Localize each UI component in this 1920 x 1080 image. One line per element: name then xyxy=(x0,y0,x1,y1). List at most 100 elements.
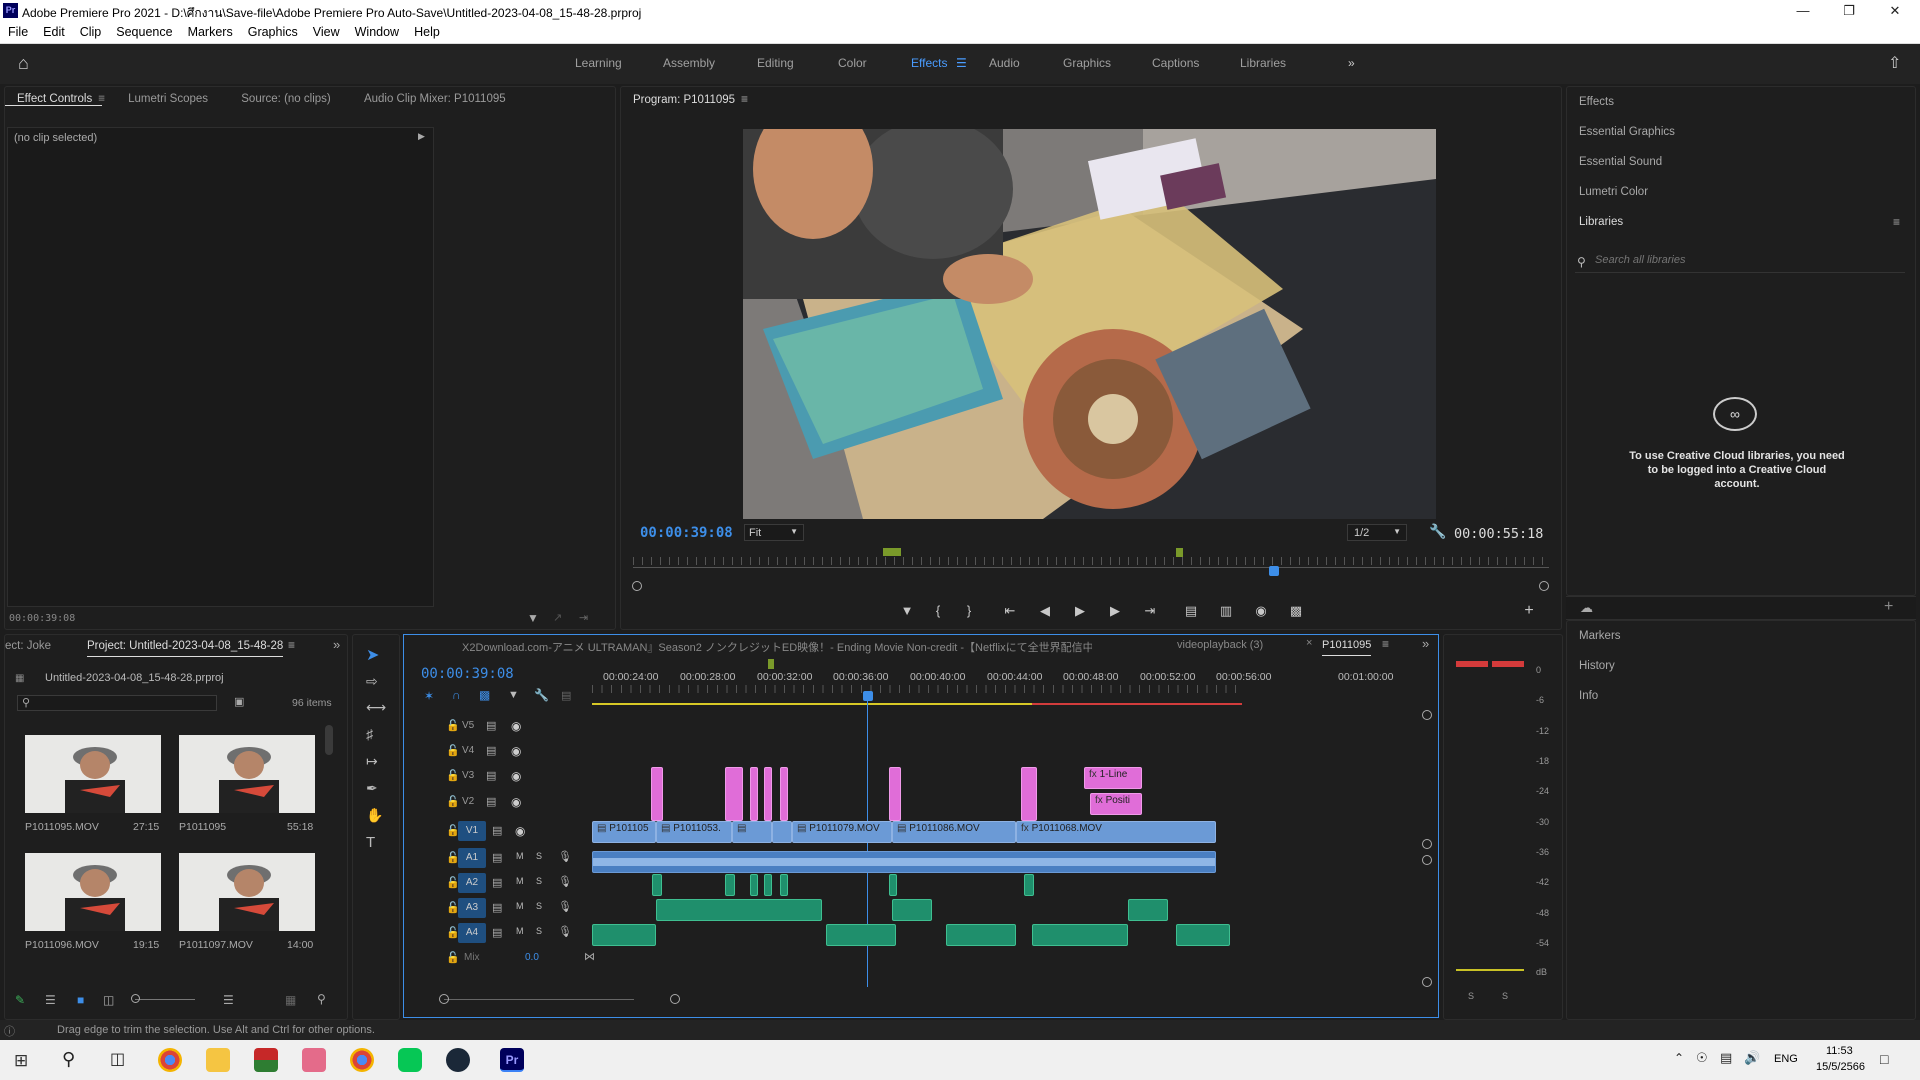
tab-audio-clip-mixer[interactable]: Audio Clip Mixer: P1011095 xyxy=(352,87,516,105)
libraries-item[interactable]: Libraries xyxy=(1567,207,1915,237)
chrome-icon[interactable] xyxy=(158,1048,182,1072)
go-to-in-icon[interactable]: ⇤ xyxy=(999,600,1021,622)
graphic-clip[interactable] xyxy=(651,767,663,821)
pen-icon[interactable]: ✒ xyxy=(366,780,378,797)
vertical-scroll-handle[interactable] xyxy=(1422,839,1432,849)
linked-selection-icon[interactable]: ▩ xyxy=(479,688,490,702)
audio-clip[interactable] xyxy=(750,874,758,896)
clip-thumbnail[interactable] xyxy=(179,853,315,931)
workspace-captions[interactable]: Captions xyxy=(1152,56,1199,70)
more-workspaces-icon[interactable]: » xyxy=(1348,56,1355,70)
more-panels-icon[interactable]: » xyxy=(333,637,340,652)
toggle-sync-icon[interactable]: ▤ xyxy=(486,744,496,757)
track-select-icon[interactable]: ⇨ xyxy=(366,673,378,690)
tab-source[interactable]: Source: (no clips) xyxy=(229,87,340,105)
add-marker-icon[interactable]: ▼ xyxy=(896,600,918,622)
menu-sequence[interactable]: Sequence xyxy=(108,22,179,39)
audio-clip[interactable] xyxy=(1176,924,1230,946)
menu-file[interactable]: File xyxy=(0,22,35,39)
microphone-icon[interactable]: 🎙 xyxy=(558,925,572,938)
extract-icon[interactable]: ▥ xyxy=(1215,600,1237,622)
tab-effect-controls[interactable]: Effect Controls xyxy=(5,87,103,106)
eye-icon[interactable]: ◉ xyxy=(511,795,521,809)
list-view-icon[interactable]: ☰ xyxy=(45,993,56,1007)
panel-menu-icon[interactable]: ≡ xyxy=(1382,637,1389,651)
video-clip[interactable]: ▤ P1011053. xyxy=(656,821,732,843)
premiere-taskbar-icon[interactable]: Pr xyxy=(500,1048,524,1072)
sequence-thumbnail[interactable] xyxy=(179,735,315,813)
nest-icon[interactable]: ✶ xyxy=(424,689,434,703)
history-item[interactable]: History xyxy=(1567,651,1915,681)
vertical-scroll-handle[interactable] xyxy=(1422,855,1432,865)
marker-icon[interactable] xyxy=(883,548,901,556)
audio-clip[interactable] xyxy=(1024,874,1034,896)
markers-item[interactable]: Markers xyxy=(1567,621,1915,651)
graphic-clip[interactable] xyxy=(764,767,772,821)
restore-button[interactable]: ❐ xyxy=(1826,0,1872,22)
audio-clip[interactable] xyxy=(946,924,1016,946)
step-forward-icon[interactable]: ▶ xyxy=(1104,600,1126,622)
export-frame-icon[interactable]: ◉ xyxy=(1250,600,1272,622)
solo-left-button[interactable]: S xyxy=(1468,991,1474,1001)
timeline-timecode[interactable]: 00:00:39:08 xyxy=(421,666,514,682)
audio-clip[interactable] xyxy=(1128,899,1168,921)
time-ruler[interactable]: 00:00:24:00 00:00:28:00 00:00:32:00 00:0… xyxy=(596,671,1271,685)
go-to-out-icon[interactable]: ⇥ xyxy=(1139,600,1161,622)
lock-icon[interactable]: 🔓 xyxy=(446,744,460,757)
network-icon[interactable]: ▤ xyxy=(1720,1050,1732,1066)
audio-clip[interactable] xyxy=(826,924,896,946)
solo-button[interactable]: S xyxy=(536,876,542,886)
toggle-sync-icon[interactable]: ▤ xyxy=(492,824,502,837)
microphone-icon[interactable]: 🎙 xyxy=(558,900,572,913)
project-scrollbar[interactable] xyxy=(325,725,333,755)
add-button-icon[interactable]: + xyxy=(1518,600,1540,622)
menu-help[interactable]: Help xyxy=(406,22,447,39)
zoom-slider[interactable] xyxy=(135,999,195,1000)
security-icon[interactable]: ☉ xyxy=(1696,1050,1708,1066)
essential-sound-item[interactable]: Essential Sound xyxy=(1567,147,1915,177)
mute-button[interactable]: M xyxy=(516,901,524,911)
playhead-timecode[interactable]: 00:00:39:08 xyxy=(640,525,733,541)
chrome-profile-icon[interactable] xyxy=(350,1048,374,1072)
lock-icon[interactable]: 🔓 xyxy=(446,951,460,964)
microphone-icon[interactable]: 🎙 xyxy=(558,850,572,863)
vertical-scroll-handle[interactable] xyxy=(1422,710,1432,720)
mute-button[interactable]: M xyxy=(516,926,524,936)
tab-project-joke[interactable]: ect: Joke xyxy=(5,640,51,652)
audio-clip[interactable] xyxy=(725,874,735,896)
library-search-box[interactable]: ⚲ xyxy=(1575,253,1905,273)
clip-thumbnail[interactable] xyxy=(25,853,161,931)
compare-view-icon[interactable]: ▩ xyxy=(1285,600,1307,622)
toggle-sync-icon[interactable]: ▤ xyxy=(492,876,502,889)
step-back-icon[interactable]: ◀ xyxy=(1034,600,1056,622)
effects-panel-item[interactable]: Effects xyxy=(1567,87,1915,117)
razor-icon[interactable]: ♯ xyxy=(366,726,373,742)
volume-icon[interactable]: 🔊 xyxy=(1744,1050,1760,1066)
panel-menu-icon[interactable]: ≡ xyxy=(98,93,105,105)
search-icon[interactable]: ⚲ xyxy=(62,1049,75,1070)
graphic-clip[interactable] xyxy=(1021,767,1037,821)
workspace-assembly[interactable]: Assembly xyxy=(663,56,715,70)
graphic-clip[interactable] xyxy=(725,767,743,821)
steam-icon[interactable] xyxy=(446,1048,470,1072)
sequence-marker-icon[interactable] xyxy=(768,659,774,669)
marker-icon[interactable] xyxy=(1176,548,1183,557)
clip-indicator-left[interactable] xyxy=(1456,661,1488,667)
clock-time[interactable]: 11:53 xyxy=(1826,1045,1853,1057)
line-icon[interactable] xyxy=(398,1048,422,1072)
panel-menu-icon[interactable]: ≡ xyxy=(741,92,748,106)
add-library-icon[interactable]: + xyxy=(1884,598,1893,616)
graphic-clip-1line[interactable]: fx 1-Line xyxy=(1084,767,1142,789)
eye-icon[interactable]: ◉ xyxy=(511,744,521,758)
resolution-dropdown[interactable]: 1/2 ▼ xyxy=(1347,524,1407,541)
workspace-color[interactable]: Color xyxy=(838,56,867,70)
minimize-button[interactable]: — xyxy=(1780,0,1826,22)
essential-graphics-item[interactable]: Essential Graphics xyxy=(1567,117,1915,147)
audio-clip[interactable] xyxy=(592,924,656,946)
workspace-libraries[interactable]: Libraries xyxy=(1240,56,1286,70)
find-icon[interactable]: ⚲ xyxy=(317,992,326,1006)
task-view-icon[interactable]: ◫ xyxy=(110,1049,125,1069)
chevron-up-icon[interactable]: ⌃ xyxy=(1674,1051,1684,1065)
video-clip[interactable]: fx P1011068.MOV xyxy=(1016,821,1216,843)
scrubber-end-handle[interactable] xyxy=(1539,581,1549,591)
